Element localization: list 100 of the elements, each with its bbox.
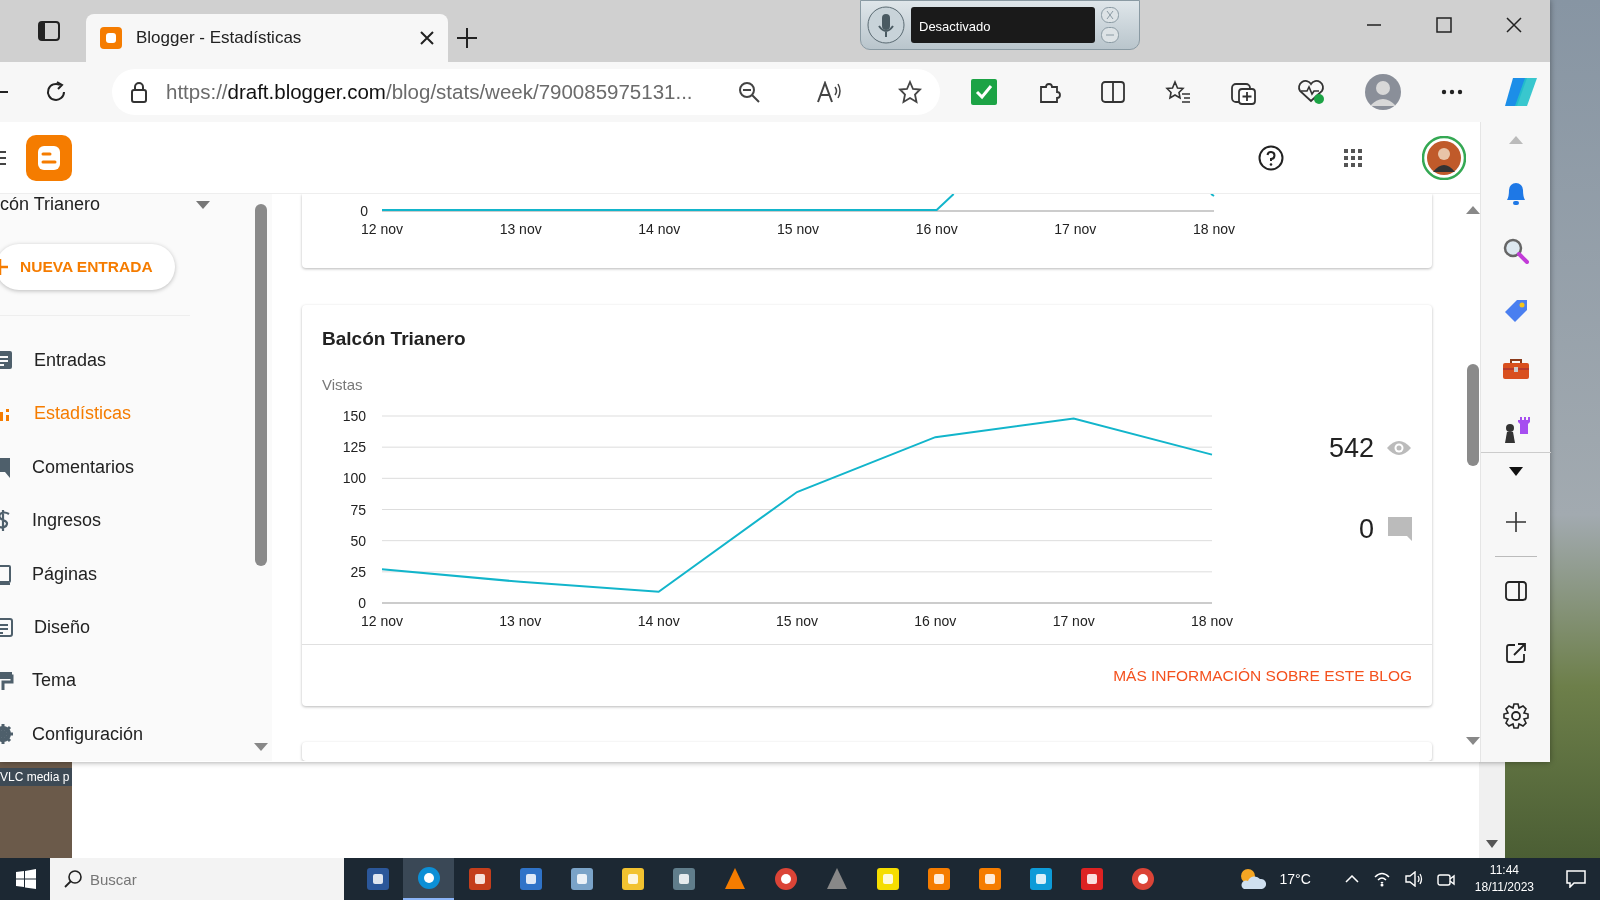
nav-item[interactable]: Ingresos xyxy=(0,493,250,548)
star-icon[interactable] xyxy=(898,80,922,104)
app-icon xyxy=(773,867,798,891)
scrollbar-thumb[interactable] xyxy=(255,204,267,566)
app-icon xyxy=(722,867,747,891)
axis-tick-label: 16 nov xyxy=(915,221,958,237)
axis-tick-label: 13 nov xyxy=(499,613,542,626)
taskbar-app-icon[interactable] xyxy=(403,858,454,900)
external-link-icon[interactable] xyxy=(1505,643,1526,663)
axis-tick-label: 17 nov xyxy=(1052,613,1095,626)
nav-item[interactable]: Diseño xyxy=(0,600,250,655)
search-icon[interactable] xyxy=(1502,238,1529,264)
axis-tick-label: 12 nov xyxy=(361,613,403,626)
desktop-icon-label[interactable]: VLC media p xyxy=(0,768,72,786)
layout-icon xyxy=(0,616,14,638)
close-icon[interactable] xyxy=(1506,17,1522,33)
app-icon xyxy=(824,867,849,891)
app-icon xyxy=(467,867,492,891)
puzzle-icon[interactable] xyxy=(1037,80,1061,104)
settings-icon[interactable] xyxy=(1502,703,1529,729)
camera-icon[interactable] xyxy=(1436,871,1455,887)
blog-name: cón Trianero xyxy=(0,194,101,217)
new-tab-icon[interactable] xyxy=(456,27,478,49)
notification-icon[interactable] xyxy=(1566,870,1586,888)
toolbox-icon[interactable] xyxy=(1501,358,1530,380)
axis-tick-label: 15 nov xyxy=(776,613,818,626)
copilot-icon[interactable] xyxy=(1503,76,1539,108)
refresh-icon[interactable] xyxy=(44,80,68,104)
heart-pulse-icon[interactable] xyxy=(1297,79,1325,105)
comment-icon xyxy=(1388,516,1412,541)
more-icon[interactable] xyxy=(1441,89,1463,95)
axis-tick-label: 12 nov xyxy=(361,221,403,237)
dropdown-caret-icon[interactable] xyxy=(1508,467,1523,476)
scrollbar-thumb[interactable] xyxy=(1466,364,1479,466)
app-icon xyxy=(875,867,900,891)
scroll-down-icon[interactable] xyxy=(1465,737,1480,745)
chart-line xyxy=(1210,194,1215,197)
tab-actions-icon[interactable] xyxy=(38,21,60,41)
tab-title: Blogger - Estadísticas xyxy=(136,27,303,50)
avatar-icon[interactable] xyxy=(1365,74,1401,110)
axis-tick-label: 15 nov xyxy=(777,221,819,237)
panel-icon[interactable] xyxy=(1504,581,1527,601)
wifi-icon[interactable] xyxy=(1372,871,1391,887)
axis-tick-label: 25 xyxy=(350,563,366,580)
axis-tick-label: 75 xyxy=(350,501,366,518)
app-icon xyxy=(1028,867,1053,891)
blogger-logo[interactable] xyxy=(26,134,72,181)
comment-count: 0 xyxy=(1358,512,1374,546)
plus-icon[interactable] xyxy=(1505,512,1526,532)
read-aloud-icon[interactable] xyxy=(816,81,842,103)
more-info-link[interactable]: MÁS INFORMACIÓN SOBRE ESTE BLOG xyxy=(1113,663,1412,687)
card-title: Balcón Trianero xyxy=(321,327,467,351)
app-icon xyxy=(1079,867,1104,891)
app-icon xyxy=(518,867,543,891)
microphone-icon[interactable] xyxy=(867,6,905,44)
app-icon xyxy=(569,867,594,891)
nav-item[interactable]: Tema xyxy=(0,654,250,708)
favorites-icon[interactable] xyxy=(1165,80,1191,104)
axis-tick-label: 125 xyxy=(342,439,366,456)
axis-tick-label: 16 nov xyxy=(914,613,957,626)
chevron-up-icon[interactable] xyxy=(1344,875,1359,883)
start-icon[interactable] xyxy=(16,869,36,889)
clock-time[interactable]: 11:44 xyxy=(1489,862,1519,879)
axis-tick-label: 14 nov xyxy=(638,221,681,237)
app-icon xyxy=(977,867,1002,891)
search-icon xyxy=(64,870,82,888)
scroll-up-icon[interactable] xyxy=(1465,206,1480,214)
axis-tick-label: 0 xyxy=(360,203,368,219)
nav-item[interactable]: Páginas xyxy=(0,547,250,601)
axis-tick-label: 17 nov xyxy=(1054,221,1097,237)
maximize-icon[interactable] xyxy=(1436,17,1452,33)
nav-item[interactable]: Entradas xyxy=(0,333,250,387)
scroll-down-icon[interactable] xyxy=(1486,840,1498,848)
checkmark-icon[interactable] xyxy=(971,79,997,105)
browser-tab[interactable]: Blogger - Estadísticas xyxy=(86,14,448,62)
zoom-out-icon[interactable] xyxy=(738,81,760,103)
split-screen-icon[interactable] xyxy=(1101,81,1125,103)
url-text: https://draft.blogger.com/blog/stats/week/790085975131... xyxy=(166,78,694,105)
chart-label: Vistas xyxy=(321,374,364,395)
menu-icon[interactable] xyxy=(0,150,6,165)
axis-tick-label: 50 xyxy=(350,532,366,549)
axis-tick-label: 13 nov xyxy=(499,221,542,237)
account-avatar-icon[interactable] xyxy=(1422,135,1466,180)
help-icon[interactable] xyxy=(1258,144,1284,171)
speaker-icon[interactable] xyxy=(1404,871,1423,887)
apps-grid-icon[interactable] xyxy=(1344,148,1362,167)
axis-tick-label: 100 xyxy=(342,470,366,487)
nav-item[interactable]: Configuración xyxy=(0,707,250,761)
app-icon xyxy=(926,867,951,891)
axis-tick-label: 14 nov xyxy=(637,613,680,626)
app-icon xyxy=(1130,867,1155,891)
address-bar[interactable]: https://draft.blogger.com/blog/stats/week/790085975131... xyxy=(112,69,940,115)
nav-item[interactable]: Comentarios xyxy=(0,440,250,494)
clock-date[interactable]: 18/11/2023 xyxy=(1474,879,1534,896)
taskbar-search-field[interactable]: Buscar xyxy=(50,858,344,900)
lock-icon[interactable] xyxy=(130,81,148,103)
close-icon[interactable] xyxy=(420,31,434,45)
app-icon xyxy=(620,867,645,891)
axis-tick-label: 0 xyxy=(358,595,366,611)
scroll-down-icon[interactable] xyxy=(254,743,268,751)
